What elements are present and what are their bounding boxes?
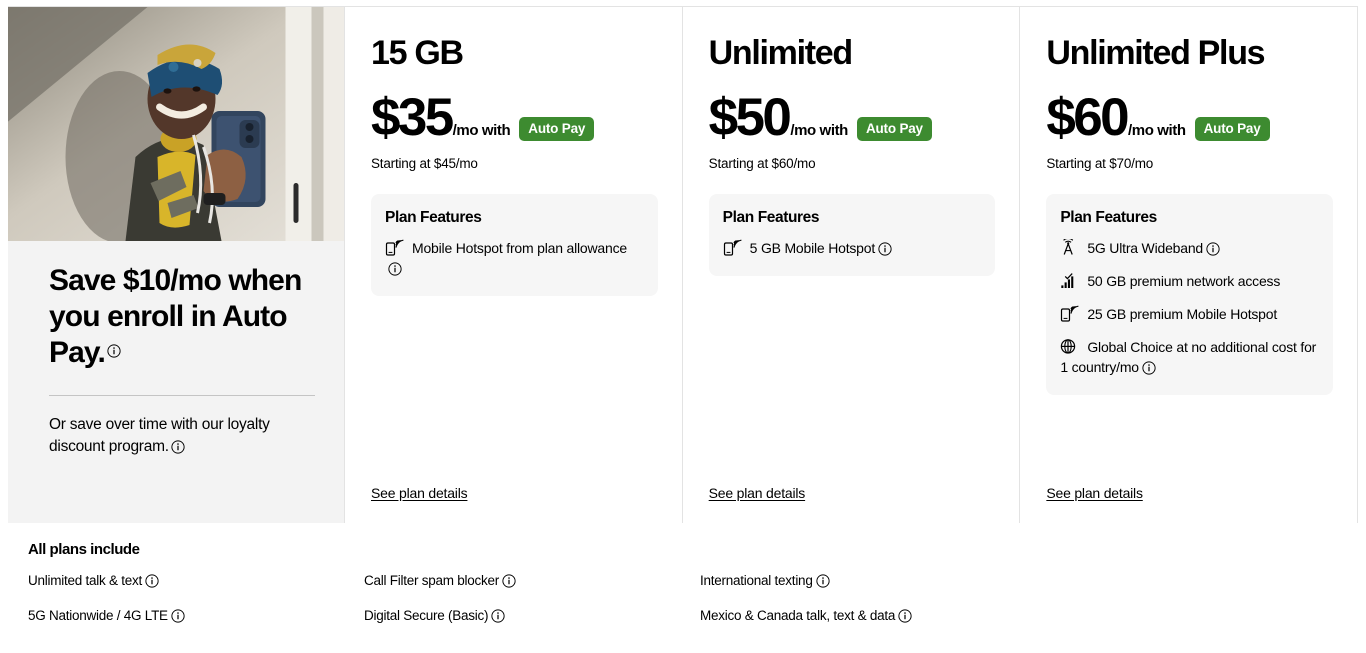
autopay-badge: Auto Pay [519, 117, 595, 141]
feature-text: 50 GB premium network access [1087, 273, 1281, 289]
see-plan-details-link[interactable]: See plan details [371, 485, 468, 501]
plan-card-15gb: 15 GB $35 /mo with Auto Pay Starting at … [345, 7, 683, 523]
promo-divider [49, 395, 315, 396]
info-icon[interactable] [491, 609, 505, 623]
mobile-hotspot-icon [723, 239, 745, 256]
signal-bars-icon [1060, 272, 1082, 289]
all-plans-item: Call Filter spam blocker [364, 572, 700, 590]
plan-price: $60 [1046, 88, 1129, 147]
info-icon[interactable] [502, 574, 516, 588]
all-plans-column: Unlimited talk & text 5G Nationwide / 4G… [28, 572, 364, 642]
tower-5g-icon [1060, 239, 1082, 256]
plan-name: Unlimited Plus [1046, 34, 1265, 72]
price-period: /mo with [790, 122, 848, 139]
info-icon[interactable] [1142, 361, 1156, 375]
plan-price: $35 [371, 88, 454, 147]
all-plans-item-text: Mexico & Canada talk, text & data [700, 608, 896, 623]
info-icon[interactable] [171, 609, 185, 623]
autopay-promo-column: Save $10/mo when you enroll in Auto Pay.… [8, 7, 345, 523]
starting-price: Starting at $45/mo [371, 156, 478, 171]
globe-icon [1060, 338, 1082, 355]
feature-text: 5 GB Mobile Hotspot [749, 240, 876, 256]
mobile-hotspot-icon [385, 239, 407, 256]
all-plans-item-text: Call Filter spam blocker [364, 573, 500, 588]
all-plans-item: 5G Nationwide / 4G LTE [28, 607, 364, 625]
price-line: $35 /mo with Auto Pay [371, 91, 658, 144]
mobile-hotspot-icon [1060, 305, 1082, 322]
see-plan-details-link[interactable]: See plan details [709, 485, 806, 501]
feature-text: Global Choice at no additional cost for … [1060, 339, 1317, 375]
plan-card-unlimited: Unlimited $50 /mo with Auto Pay Starting… [682, 7, 1021, 523]
feature-item: 25 GB premium Mobile Hotspot [1060, 304, 1317, 324]
feature-text: 25 GB premium Mobile Hotspot [1087, 306, 1278, 322]
all-plans-title: All plans include [28, 541, 140, 558]
price-line: $50 /mo with Auto Pay [709, 91, 996, 144]
all-plans-item-text: Unlimited talk & text [28, 573, 143, 588]
starting-price: Starting at $70/mo [1046, 156, 1154, 171]
price-period: /mo with [1127, 122, 1186, 139]
all-plans-column: Call Filter spam blocker Digital Secure … [364, 572, 700, 642]
info-icon[interactable] [898, 609, 912, 623]
plan-name: Unlimited [708, 34, 854, 72]
feature-item: Mobile Hotspot from plan allowance [385, 238, 642, 278]
all-plans-grid: Unlimited talk & text 5G Nationwide / 4G… [28, 572, 1348, 642]
price-period: /mo with [452, 122, 511, 139]
all-plans-item: Digital Secure (Basic) [364, 607, 700, 625]
loyalty-note: Or save over time with our loyalty disco… [49, 414, 311, 458]
feature-item: 5G Ultra Wideband [1060, 238, 1317, 258]
all-plans-include-section: All plans include Unlimited talk & text … [28, 541, 1348, 642]
info-icon[interactable] [815, 574, 830, 588]
autopay-badge: Auto Pay [856, 117, 932, 141]
loyalty-note-text: Or save over time with our loyalty disco… [49, 416, 270, 455]
feature-item: 5 GB Mobile Hotspot [723, 238, 980, 258]
see-plan-details-link[interactable]: See plan details [1046, 485, 1143, 501]
all-plans-item: Mexico & Canada talk, text & data [700, 607, 1036, 625]
plans-comparison-page: Save $10/mo when you enroll in Auto Pay.… [0, 0, 1366, 653]
promo-body: Save $10/mo when you enroll in Auto Pay.… [8, 241, 344, 458]
feature-text: 5G Ultra Wideband [1087, 240, 1203, 256]
starting-price: Starting at $60/mo [708, 156, 816, 171]
plan-name: 15 GB [371, 34, 464, 72]
info-icon[interactable] [107, 344, 121, 358]
info-icon[interactable] [1206, 242, 1220, 256]
price-line: $60 /mo with Auto Pay [1046, 91, 1333, 144]
plan-card-unlimited-plus: Unlimited Plus $60 /mo with Auto Pay Sta… [1020, 7, 1358, 523]
plan-features-card: Plan Features 5 GB Mobile Hotspot [708, 194, 996, 276]
info-icon[interactable] [878, 242, 892, 256]
all-plans-item-text: 5G Nationwide / 4G LTE [28, 608, 168, 623]
all-plans-column: International texting Mexico & Canada ta… [700, 572, 1036, 642]
plan-features-title: Plan Features [722, 209, 820, 226]
info-icon[interactable] [171, 440, 185, 454]
feature-item: 50 GB premium network access [1060, 271, 1317, 291]
person-phone-photo-icon [8, 7, 344, 241]
all-plans-item: International texting [700, 572, 1036, 590]
all-plans-item: Unlimited talk & text [28, 572, 364, 590]
plan-features-title: Plan Features [1060, 209, 1157, 226]
plan-features-card: Plan Features Mobile Hotspot from plan a… [371, 194, 658, 296]
promo-headline-text: Save $10/mo when you enroll in Auto Pay. [49, 264, 302, 369]
autopay-badge: Auto Pay [1194, 117, 1270, 141]
all-plans-item-text: Digital Secure (Basic) [364, 608, 489, 623]
plans-row: Save $10/mo when you enroll in Auto Pay.… [8, 6, 1358, 523]
info-icon[interactable] [145, 574, 159, 588]
plan-features-card: Plan Features 5G Ultra Wideband 50 GB pr… [1046, 194, 1334, 395]
promo-photo [8, 7, 344, 241]
feature-text: Mobile Hotspot from plan allowance [412, 240, 627, 256]
plan-features-title: Plan Features [385, 209, 482, 226]
feature-item: Global Choice at no additional cost for … [1060, 337, 1317, 377]
promo-headline: Save $10/mo when you enroll in Auto Pay. [49, 263, 314, 371]
info-icon[interactable] [388, 262, 402, 276]
all-plans-item-text: International texting [700, 573, 813, 588]
plan-price: $50 [708, 88, 792, 147]
